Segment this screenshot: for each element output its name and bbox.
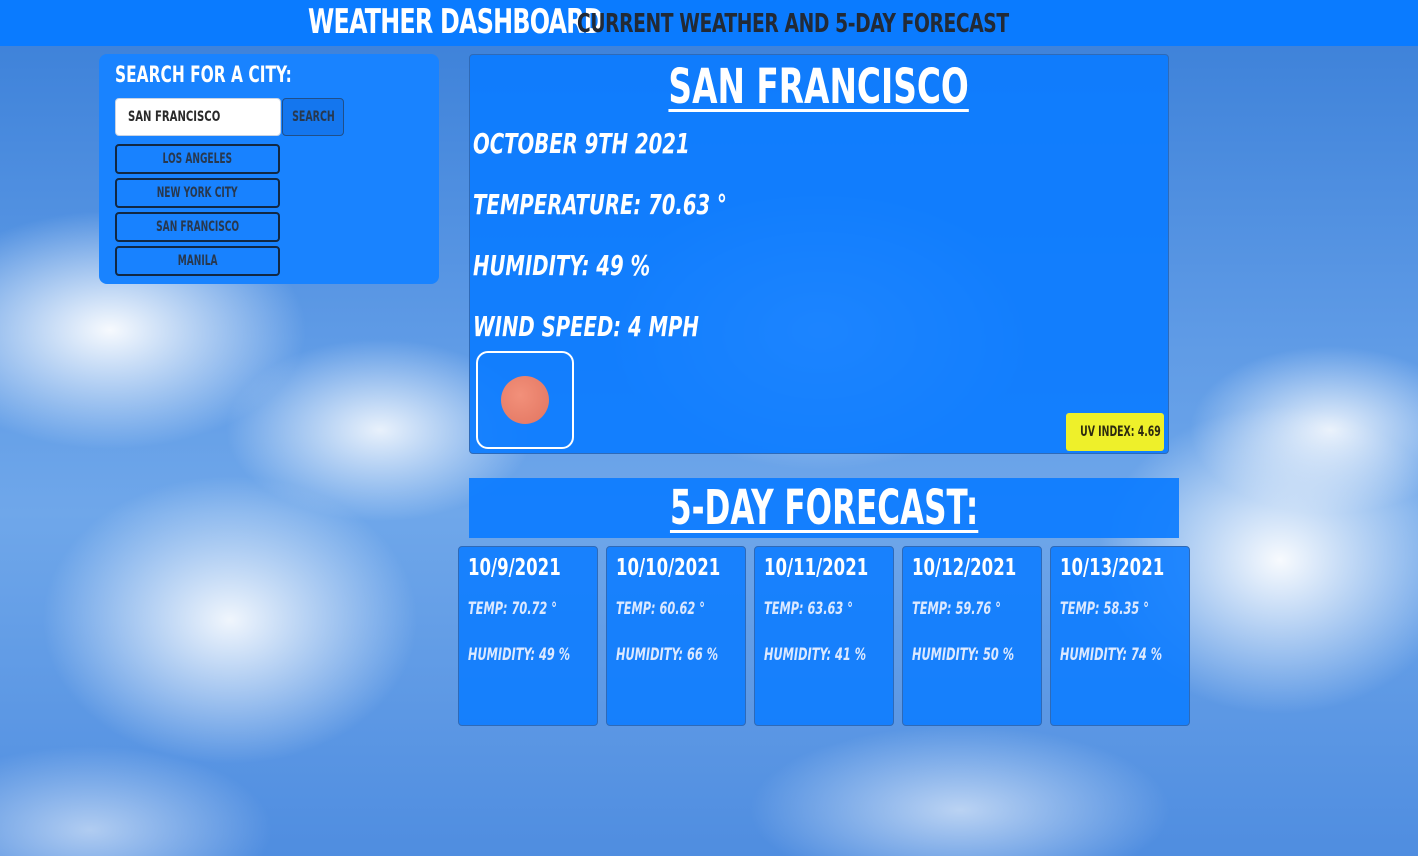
forecast-date: 10/9/2021 bbox=[468, 555, 561, 581]
forecast-card: 10/10/2021 Temp: 60.62 ° Humidity: 66 % bbox=[606, 546, 746, 726]
history-button-label: New York City bbox=[157, 185, 238, 201]
current-weather-panel: San Francisco October 9th 2021 Temperatu… bbox=[469, 54, 1169, 454]
forecast-header: 5-Day Forecast: bbox=[469, 478, 1179, 538]
forecast-humidity: Humidity: 66 % bbox=[616, 645, 719, 665]
forecast-heading: 5-Day Forecast: bbox=[469, 480, 1179, 536]
app-header: Weather Dashboard Current weather and 5-… bbox=[0, 0, 1418, 46]
uv-index-badge: UV Index: 4.69 bbox=[1066, 413, 1164, 451]
uv-index-text: UV Index: 4.69 bbox=[1080, 424, 1161, 440]
history-button-los-angeles[interactable]: Los Angeles bbox=[115, 144, 280, 174]
forecast-temp: Temp: 60.62 ° bbox=[616, 599, 705, 619]
current-city: San Francisco bbox=[470, 59, 1168, 115]
page-subtitle: Current weather and 5-day forecast bbox=[577, 9, 1009, 39]
search-button-label: Search bbox=[291, 109, 335, 125]
forecast-humidity: Humidity: 50 % bbox=[912, 645, 1015, 665]
forecast-card: 10/12/2021 Temp: 59.76 ° Humidity: 50 % bbox=[902, 546, 1042, 726]
history-button-label: Los Angeles bbox=[162, 151, 233, 167]
sun-icon bbox=[501, 376, 549, 424]
forecast-card: 10/11/2021 Temp: 63.63 ° Humidity: 41 % bbox=[754, 546, 894, 726]
search-button[interactable]: Search bbox=[282, 98, 344, 136]
search-heading: Search for a city: bbox=[115, 63, 292, 88]
forecast-humidity: Humidity: 49 % bbox=[468, 645, 571, 665]
city-search-input[interactable]: San Francisco bbox=[115, 98, 281, 136]
forecast-temp: Temp: 58.35 ° bbox=[1060, 599, 1149, 619]
search-panel: Search for a city: San Francisco Search … bbox=[99, 54, 439, 284]
forecast-date: 10/11/2021 bbox=[764, 555, 869, 581]
current-temperature: Temperature: 70.63 ° bbox=[473, 188, 727, 221]
forecast-date: 10/13/2021 bbox=[1060, 555, 1165, 581]
forecast-humidity: Humidity: 41 % bbox=[764, 645, 867, 665]
history-button-manila[interactable]: Manila bbox=[115, 246, 280, 276]
forecast-heading-text: 5-Day Forecast: bbox=[669, 480, 979, 536]
forecast-card: 10/13/2021 Temp: 58.35 ° Humidity: 74 % bbox=[1050, 546, 1190, 726]
forecast-date: 10/10/2021 bbox=[616, 555, 721, 581]
history-button-label: San Francisco bbox=[155, 219, 240, 235]
history-button-new-york-city[interactable]: New York City bbox=[115, 178, 280, 208]
forecast-temp: Temp: 70.72 ° bbox=[468, 599, 557, 619]
history-button-san-francisco[interactable]: San Francisco bbox=[115, 212, 280, 242]
current-date: October 9th 2021 bbox=[473, 127, 690, 160]
search-input-value: San Francisco bbox=[128, 109, 221, 125]
current-wind-speed: Wind Speed: 4 MPH bbox=[473, 310, 699, 343]
forecast-temp: Temp: 63.63 ° bbox=[764, 599, 853, 619]
forecast-date: 10/12/2021 bbox=[912, 555, 1017, 581]
history-button-label: Manila bbox=[177, 253, 218, 269]
forecast-humidity: Humidity: 74 % bbox=[1060, 645, 1163, 665]
page-title: Weather Dashboard bbox=[308, 2, 604, 42]
forecast-card: 10/9/2021 Temp: 70.72 ° Humidity: 49 % bbox=[458, 546, 598, 726]
forecast-temp: Temp: 59.76 ° bbox=[912, 599, 1001, 619]
current-city-name: San Francisco bbox=[668, 59, 970, 115]
current-humidity: Humidity: 49 % bbox=[473, 249, 651, 282]
weather-icon-box bbox=[476, 351, 574, 449]
